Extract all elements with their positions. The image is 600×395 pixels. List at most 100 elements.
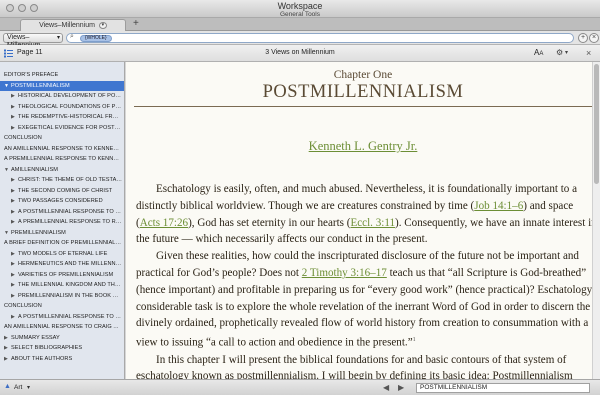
toc-item[interactable]: ▶THE REDEMPTIVE-HISTORICAL FRAMEWORK [0,112,124,123]
toc-item[interactable]: ▶ VARIETIES OF PREMILLENNIALISM [0,270,124,281]
document-title: 3 Views on Millennium [265,49,335,56]
tab-menu-icon[interactable]: ▾ [98,21,107,29]
toc-item-label: THE MILLENNIAL KINGDOM AND THE NEW CREAT… [18,282,124,288]
chapter-body: Eschatology is easily, often, and much a… [136,181,600,379]
toc-item[interactable]: AN AMILLENNIAL RESPONSE TO CRAIG A. BLAI… [0,322,124,333]
disclosure-closed-icon[interactable]: ▶ [11,217,18,228]
toc-item-label: POSTMILLENNIALISM [11,82,70,89]
tab-bar: Views–Millennium ▾ + [0,18,600,31]
disclosure-open-icon[interactable]: ▼ [4,81,11,92]
close-panel-button[interactable]: × [586,48,591,58]
search-input[interactable]: ⌕ {WHOLE} [66,33,574,43]
toc-item[interactable]: EDITOR'S PREFACE [0,70,124,81]
toc-item[interactable]: CONCLUSION [0,301,124,312]
toc-item[interactable]: ▶ TWO MODELS OF ETERNAL LIFE [0,249,124,260]
toc-item[interactable]: CONCLUSION [0,133,124,144]
disclosure-closed-icon[interactable]: ▶ [11,102,18,113]
paragraph-line: distinctly biblical worldview. Though we… [136,199,574,212]
chevron-down-icon[interactable]: ▾ [565,49,568,56]
disclosure-closed-icon[interactable]: ▶ [11,312,18,323]
toc-item-label: A PREMILLENNIAL RESPONSE TO KENNETH L. G… [4,156,124,162]
disclosure-closed-icon[interactable]: ▶ [11,196,18,207]
disclosure-closed-icon[interactable]: ▶ [11,123,18,134]
disclosure-closed-icon[interactable]: ▶ [11,249,18,260]
scrollbar-thumb[interactable] [594,64,599,184]
toc-item[interactable]: ▶ HERMENEUTICS AND THE MILLENNIUM [0,259,124,270]
chevron-down-icon[interactable]: ▾ [27,384,30,391]
disclosure-closed-icon[interactable]: ▶ [11,91,18,102]
disclosure-closed-icon[interactable]: ▶ [11,259,18,270]
location-field[interactable]: POSTMILLENNIALISM [416,383,590,393]
minimize-window-button[interactable] [18,4,26,12]
scripture-link[interactable]: 2 Timothy 3:16–17 [302,267,387,279]
scripture-link[interactable]: Acts 17:26 [140,217,188,229]
toc-item-label: SELECT BIBLIOGRAPHIES [11,345,83,351]
font-size-small[interactable]: A [539,51,543,57]
font-size-control[interactable]: AA [534,48,543,57]
close-window-button[interactable] [6,4,14,12]
disclosure-closed-icon[interactable]: ▶ [4,354,11,365]
add-search-button[interactable]: + [578,33,588,43]
paragraph-line: practical for God’s people? Does not 2 T… [136,266,587,279]
tab-views-millennium[interactable]: Views–Millennium ▾ [20,19,126,31]
disclosure-closed-icon[interactable]: ▶ [4,343,11,354]
disclosure-open-icon[interactable]: ▼ [4,165,11,176]
toc-item[interactable]: ▶THEOLOGICAL FOUNDATIONS OF POSTMILLENNI… [0,102,124,113]
toc-item-label: PREMILLENNIALISM IN THE BOOK OF REVELATI… [18,292,124,299]
scripture-link[interactable]: Eccl. 3:11 [350,217,395,229]
disclosure-closed-icon[interactable]: ▶ [11,280,18,291]
forward-button[interactable]: ▶ [398,383,404,392]
toc-item[interactable]: ▶ SUMMARY ESSAY [0,333,124,344]
clear-search-button[interactable]: × [589,33,599,43]
toc-item[interactable]: ▶A POSTMILLENNIAL RESPONSE TO CRAIG A. B… [0,312,124,323]
add-tab-button[interactable]: + [133,18,139,30]
toc-item-label: THE SECOND COMING OF CHRIST [18,187,113,194]
toc-item[interactable]: A PREMILLENNIAL RESPONSE TO KENNETH L. G… [0,154,124,165]
toc-item[interactable]: ▶THE MILLENNIAL KINGDOM AND THE NEW CREA… [0,280,124,291]
search-icon: ⌕ [70,33,74,40]
vertical-scrollbar[interactable] [592,62,600,379]
toc-item-label: THEOLOGICAL FOUNDATIONS OF POSTMILLENNIA… [18,103,124,110]
toc-item[interactable]: ▶PREMILLENNIALISM IN THE BOOK OF REVELAT… [0,291,124,302]
toc-item[interactable]: ▶A PREMILLENNIAL RESPONSE TO ROBERT B. S… [0,217,124,228]
disclosure-closed-icon[interactable]: ▶ [11,112,18,123]
disclosure-closed-icon[interactable]: ▶ [11,270,18,281]
toc-item[interactable]: ▼ POSTMILLENNIALISM [0,80,124,92]
search-token[interactable]: {WHOLE} [80,35,112,42]
author-link[interactable]: Kenneth L. Gentry Jr. [126,139,600,154]
toc-item[interactable]: ▶EXEGETICAL EVIDENCE FOR POSTMILLENNIALI… [0,123,124,134]
toc-item[interactable]: A BRIEF DEFINITION OF PREMILLENNIALISM [0,238,124,249]
disclosure-closed-icon[interactable]: ▶ [11,186,18,197]
toc-item[interactable]: ▼ PREMILLENNIALISM [0,228,124,239]
toc-item-label: A PREMILLENNIAL RESPONSE TO ROBERT B. ST… [18,219,124,225]
table-of-contents: EDITOR'S PREFACE ▼ POSTMILLENNIALISM ▶ HISTO… [0,62,125,379]
toc-item[interactable]: ▶ ABOUT THE AUTHORS [0,354,124,365]
paragraph-line: (Acts 17:26), God has set eternity in ou… [136,216,597,229]
toc-item[interactable]: ▶A POSTMILLENNIAL RESPONSE TO ROBERT B. … [0,207,124,218]
disclosure-open-icon[interactable]: ▼ [4,228,11,239]
toc-item-label: HERMENEUTICS AND THE MILLENNIUM [18,261,124,267]
scripture-link[interactable]: Job 14:1–6 [474,200,523,212]
footnote-marker[interactable]: 1 [413,337,416,343]
toc-item[interactable]: ▶ TWO PASSAGES CONSIDERED [0,196,124,207]
disclosure-closed-icon[interactable]: ▶ [11,175,18,186]
gear-icon[interactable]: ⚙ [556,48,563,57]
toc-item[interactable]: ▶ SELECT BIBLIOGRAPHIES [0,343,124,354]
toc-item[interactable]: ▶CHRIST: THE THEME OF OLD TESTAMENT PROP… [0,175,124,186]
art-label[interactable]: Art [14,384,22,391]
disclosure-closed-icon[interactable]: ▶ [11,207,18,218]
toc-item[interactable]: ▶ THE SECOND COMING OF CHRIST [0,186,124,197]
toc-item[interactable]: ▶HISTORICAL DEVELOPMENT OF POSTMILLENNIA… [0,91,124,102]
disclosure-closed-icon[interactable]: ▶ [4,333,11,344]
toc-item[interactable]: ▼ AMILLENNIALISM [0,165,124,176]
toc-item-label: VARIETIES OF PREMILLENNIALISM [18,271,114,278]
back-button[interactable]: ◀ [383,383,389,392]
zoom-window-button[interactable] [30,4,38,12]
paragraph-line: divinely ordained, prophetically reveale… [136,317,589,330]
disclosure-closed-icon[interactable]: ▶ [11,291,18,302]
up-arrow-icon[interactable]: ▲ [4,383,11,390]
toc-item-label: CHRIST: THE THEME OF OLD TESTAMENT PROPH… [18,177,124,183]
view-select[interactable]: Views–Millennium ▾ [3,33,63,49]
toc-item[interactable]: AN AMILLENNIAL RESPONSE TO KENNETH L. GE… [0,144,124,155]
toc-item-label: SUMMARY ESSAY [11,334,60,341]
